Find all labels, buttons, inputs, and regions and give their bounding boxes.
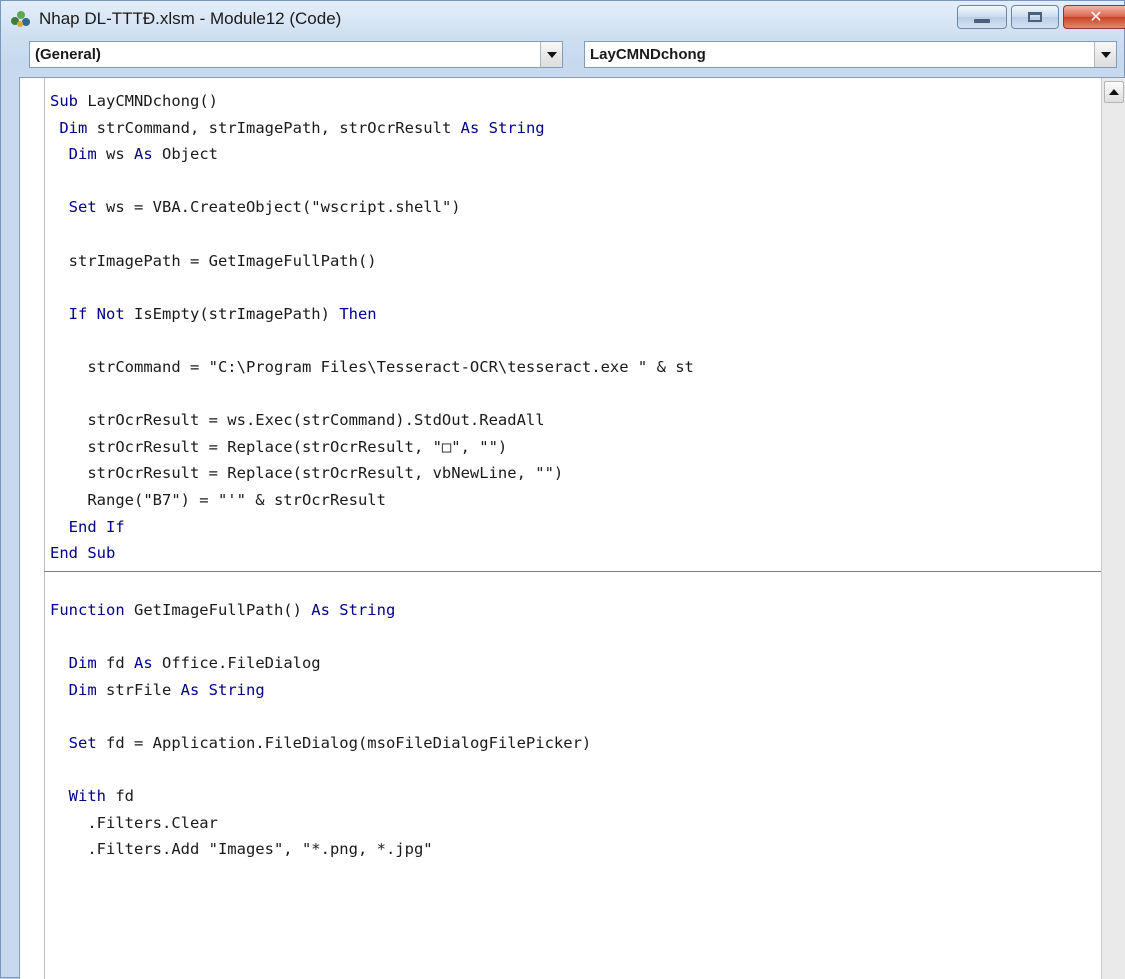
code-text: .Filters.Add "Images", "*.png, *.jpg" — [50, 840, 433, 859]
code-keyword: As — [134, 145, 153, 164]
code-line[interactable]: .Filters.Clear — [50, 810, 218, 836]
code-text: strFile — [96, 680, 181, 699]
arrow-up-icon — [1109, 89, 1119, 95]
code-line[interactable]: With fd — [50, 783, 134, 809]
code-text: ws = VBA.CreateObject("wscript.shell") — [96, 198, 461, 217]
code-keyword: With — [68, 787, 106, 805]
margin-indicator-bar[interactable] — [20, 78, 45, 979]
code-text: fd = Application.FileDialog(msoFileDialo… — [96, 733, 592, 752]
title-bar[interactable]: Nhap DL-TTTĐ.xlsm - Module12 (Code) ✕ — [1, 1, 1125, 37]
code-line[interactable]: Range("B7") = "'" & strOcrResult — [50, 487, 386, 513]
code-text: strOcrResult = ws.Exec(strCommand).StdOu… — [50, 411, 545, 430]
code-keyword: Dim — [68, 654, 97, 672]
code-text: Office.FileDialog — [152, 654, 321, 672]
code-area[interactable]: Sub LayCMNDchong() Dim strCommand, strIm… — [44, 78, 1102, 979]
code-line[interactable]: Dim strFile As String — [50, 677, 265, 703]
code-line[interactable]: Set fd = Application.FileDialog(msoFileD… — [50, 730, 592, 756]
code-line[interactable]: strCommand = "C:\Program Files\Tesseract… — [50, 354, 694, 380]
code-text: strCommand = "C:\Program Files\Tesseract… — [50, 358, 694, 376]
maximize-icon — [1028, 12, 1042, 22]
code-text: strCommand, strImagePath, strOcrResult — [87, 118, 461, 137]
maximize-button[interactable] — [1011, 5, 1059, 29]
code-keyword: Dim — [68, 680, 97, 699]
code-keyword: As String — [180, 680, 265, 699]
close-button[interactable]: ✕ — [1063, 5, 1125, 29]
code-keyword: Then — [339, 304, 377, 323]
code-text: fd — [96, 654, 134, 672]
procedure-dropdown-value: LayCMNDchong — [590, 46, 706, 63]
object-dropdown[interactable]: (General) — [29, 41, 563, 68]
code-line[interactable]: Sub LayCMNDchong() — [50, 88, 218, 114]
minimize-icon — [974, 19, 990, 23]
code-keyword: Function — [50, 600, 125, 619]
code-keyword: As String — [460, 118, 545, 137]
code-keyword: End Sub — [50, 544, 116, 563]
code-text: IsEmpty(strImagePath) — [124, 304, 340, 323]
code-keyword: Set — [68, 733, 97, 752]
code-line[interactable]: End If — [50, 514, 125, 540]
object-dropdown-arrow[interactable] — [540, 42, 562, 67]
procedure-separator — [44, 570, 1102, 572]
code-keyword: Dim — [68, 145, 97, 164]
code-text: Range("B7") = "'" & strOcrResult — [50, 491, 386, 509]
code-text: GetImageFullPath() — [124, 600, 312, 619]
code-line[interactable]: If Not IsEmpty(strImagePath) Then — [50, 301, 377, 327]
code-text: LayCMNDchong() — [78, 92, 218, 110]
code-line[interactable]: strOcrResult = Replace(strOcrResult, vbN… — [50, 460, 563, 486]
close-icon: ✕ — [1089, 7, 1103, 26]
code-editor[interactable]: Sub LayCMNDchong() Dim strCommand, strIm… — [19, 77, 1125, 979]
code-keyword: As String — [311, 600, 396, 619]
code-text: .Filters.Clear — [50, 813, 218, 832]
code-line[interactable]: Dim ws As Object — [50, 141, 218, 167]
code-line[interactable]: strOcrResult = ws.Exec(strCommand).StdOu… — [50, 407, 545, 433]
code-text: strOcrResult = Replace(strOcrResult, vbN… — [50, 464, 564, 483]
window-title: Nhap DL-TTTĐ.xlsm - Module12 (Code) — [39, 9, 342, 28]
code-keyword: Dim — [59, 118, 88, 137]
code-line[interactable]: strImagePath = GetImageFullPath() — [50, 248, 377, 274]
object-dropdown-value: (General) — [35, 46, 101, 63]
code-line[interactable]: Function GetImageFullPath() As String — [50, 597, 395, 623]
code-keyword: End If — [68, 517, 125, 536]
code-text: fd — [106, 787, 134, 805]
chevron-down-icon — [1100, 51, 1111, 58]
code-line[interactable]: .Filters.Add "Images", "*.png, *.jpg" — [50, 836, 433, 862]
code-line[interactable]: End Sub — [50, 540, 115, 566]
code-text: strOcrResult = Replace(strOcrResult, "□"… — [50, 437, 508, 456]
code-line[interactable]: Set ws = VBA.CreateObject("wscript.shell… — [50, 194, 461, 220]
code-line[interactable]: Dim strCommand, strImagePath, strOcrResu… — [50, 115, 545, 141]
code-text: strImagePath = GetImageFullPath() — [50, 251, 377, 270]
vertical-scrollbar[interactable] — [1101, 78, 1125, 979]
chevron-down-icon — [546, 51, 557, 58]
code-text: Object — [152, 145, 218, 164]
code-line[interactable]: Dim fd As Office.FileDialog — [50, 650, 321, 676]
code-line[interactable]: strOcrResult = Replace(strOcrResult, "□"… — [50, 434, 507, 460]
code-keyword: If Not — [68, 304, 125, 323]
vba-code-window: Nhap DL-TTTĐ.xlsm - Module12 (Code) ✕ (G… — [0, 0, 1125, 979]
code-keyword: Sub — [50, 92, 78, 110]
minimize-button[interactable] — [957, 5, 1007, 29]
code-text: ws — [96, 145, 134, 164]
vba-module-icon — [11, 11, 30, 27]
procedure-dropdown-arrow[interactable] — [1094, 42, 1116, 67]
scroll-up-button[interactable] — [1104, 81, 1124, 103]
code-keyword: As — [134, 654, 153, 672]
procedure-dropdown[interactable]: LayCMNDchong — [584, 41, 1117, 68]
code-keyword: Set — [68, 198, 97, 217]
